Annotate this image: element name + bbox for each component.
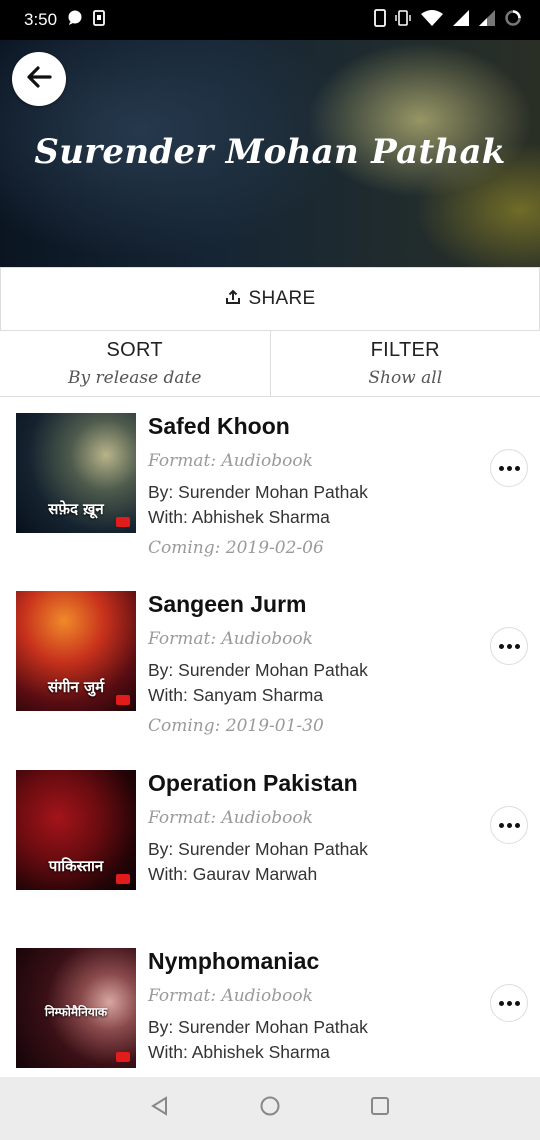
- sort-filter-bar: SORT By release date FILTER Show all: [0, 331, 540, 397]
- back-button[interactable]: [12, 52, 66, 106]
- book-title: Operation Pakistan: [148, 770, 358, 796]
- author-name: Surender Mohan Pathak: [34, 132, 506, 172]
- sort-value: By release date: [68, 368, 202, 388]
- book-title: Nymphomaniac: [148, 948, 320, 974]
- publisher-badge: [116, 517, 130, 527]
- cover-title: सफ़ेद ख़ून: [48, 500, 104, 518]
- battery-loading-icon: [504, 9, 522, 32]
- book-item[interactable]: संगीन जुर्म Sangeen Jurm Format: Audiobo…: [0, 575, 540, 753]
- nav-back-button[interactable]: [149, 1095, 171, 1122]
- filter-button[interactable]: FILTER Show all: [271, 331, 540, 396]
- book-item[interactable]: पाकिस्तान Operation Pakistan Format: Aud…: [0, 754, 540, 932]
- book-narrator: With: Gaurav Marwah: [148, 864, 318, 884]
- book-cover: पाकिस्तान: [16, 770, 136, 890]
- sort-button[interactable]: SORT By release date: [0, 331, 271, 396]
- book-format: Format: Audiobook: [148, 451, 313, 471]
- status-time: 3:50: [24, 10, 58, 29]
- publisher-badge: [116, 695, 130, 705]
- message-notification-icon: [67, 10, 83, 31]
- share-upload-icon: [225, 289, 241, 310]
- cover-title: निम्फोमैनियाक: [44, 1005, 108, 1019]
- more-horizontal-icon: [498, 822, 504, 828]
- book-narrator: With: Abhishek Sharma: [148, 507, 330, 527]
- book-author: By: Surender Mohan Pathak: [148, 482, 368, 502]
- book-cover: संगीन जुर्म: [16, 591, 136, 711]
- book-format: Format: Audiobook: [148, 808, 313, 828]
- book-release-date: Coming: 2019-01-30: [148, 716, 324, 736]
- book-narrator: With: Abhishek Sharma: [148, 1042, 330, 1062]
- triangle-back-icon: [151, 1096, 167, 1116]
- book-author: By: Surender Mohan Pathak: [148, 839, 368, 859]
- filter-value: Show all: [368, 368, 443, 388]
- more-options-button[interactable]: [490, 449, 528, 487]
- sort-label: SORT: [106, 339, 163, 361]
- phone-status-icon: [374, 8, 386, 32]
- more-horizontal-icon: [498, 1000, 504, 1006]
- publisher-badge: [116, 1052, 130, 1062]
- book-author: By: Surender Mohan Pathak: [148, 1017, 368, 1037]
- book-format: Format: Audiobook: [148, 986, 313, 1006]
- book-format: Format: Audiobook: [148, 629, 313, 649]
- book-title: Sangeen Jurm: [148, 591, 307, 617]
- publisher-badge: [116, 874, 130, 884]
- more-options-button[interactable]: [490, 627, 528, 665]
- status-bar: 3:50: [0, 0, 540, 40]
- book-title: Safed Khoon: [148, 413, 290, 439]
- system-nav-bar: [0, 1077, 540, 1140]
- more-horizontal-icon: [498, 465, 504, 471]
- cover-title: संगीन जुर्म: [47, 678, 105, 696]
- vibrate-icon: [394, 9, 412, 32]
- signal-weak-icon: [478, 9, 496, 32]
- more-options-button[interactable]: [490, 984, 528, 1022]
- nav-home-button[interactable]: [259, 1095, 281, 1122]
- square-recents-icon: [371, 1097, 389, 1115]
- cover-title: पाकिस्तान: [48, 857, 104, 875]
- book-narrator: With: Sanyam Sharma: [148, 685, 324, 705]
- book-item[interactable]: निम्फोमैनियाक Nymphomaniac Format: Audio…: [0, 932, 540, 1077]
- book-cover: सफ़ेद ख़ून: [16, 413, 136, 533]
- wifi-icon: [420, 9, 444, 32]
- signal-icon: [452, 9, 470, 32]
- book-item[interactable]: सफ़ेद ख़ून Safed Khoon Format: Audiobook…: [0, 397, 540, 575]
- share-button[interactable]: SHARE: [0, 267, 540, 331]
- more-horizontal-icon: [498, 643, 504, 649]
- filter-label: FILTER: [370, 339, 440, 361]
- arrow-left-icon: [24, 62, 54, 97]
- book-author: By: Surender Mohan Pathak: [148, 660, 368, 680]
- download-notification-icon: [93, 9, 105, 31]
- book-list: सफ़ेद ख़ून Safed Khoon Format: Audiobook…: [0, 397, 540, 1077]
- book-release-date: Coming: 2019-02-06: [148, 538, 324, 558]
- more-options-button[interactable]: [490, 806, 528, 844]
- book-cover: निम्फोमैनियाक: [16, 948, 136, 1068]
- author-header: Surender Mohan Pathak: [0, 40, 540, 267]
- nav-recents-button[interactable]: [369, 1095, 391, 1122]
- share-label: SHARE: [248, 288, 316, 309]
- circle-home-icon: [260, 1096, 280, 1116]
